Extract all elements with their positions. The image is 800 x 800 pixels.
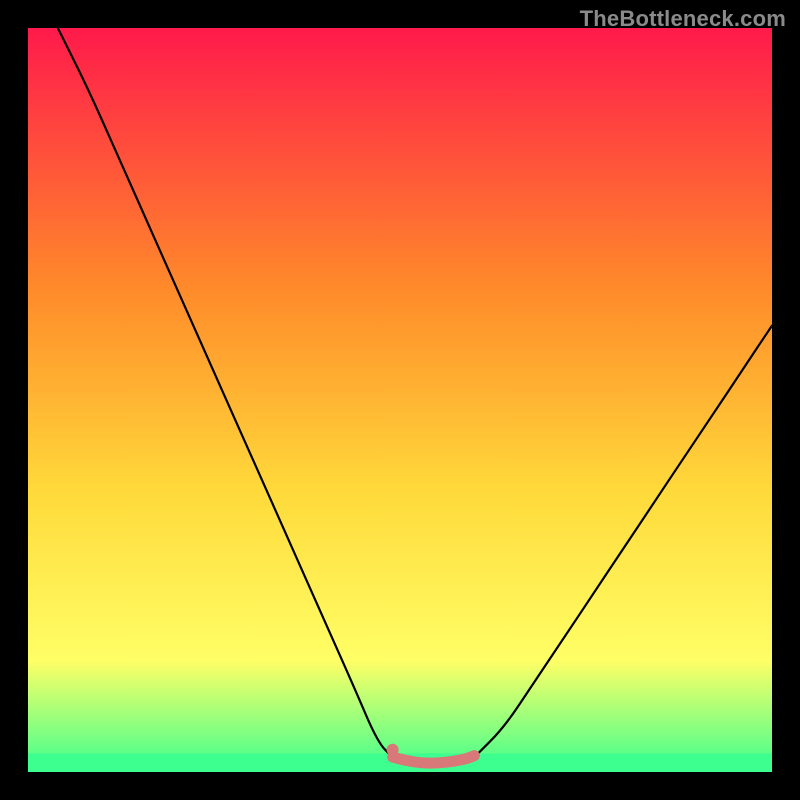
watermark-text: TheBottleneck.com (580, 6, 786, 32)
gradient-background (28, 28, 772, 772)
bottleneck-chart (28, 28, 772, 772)
valley-dot-marker (387, 744, 399, 756)
